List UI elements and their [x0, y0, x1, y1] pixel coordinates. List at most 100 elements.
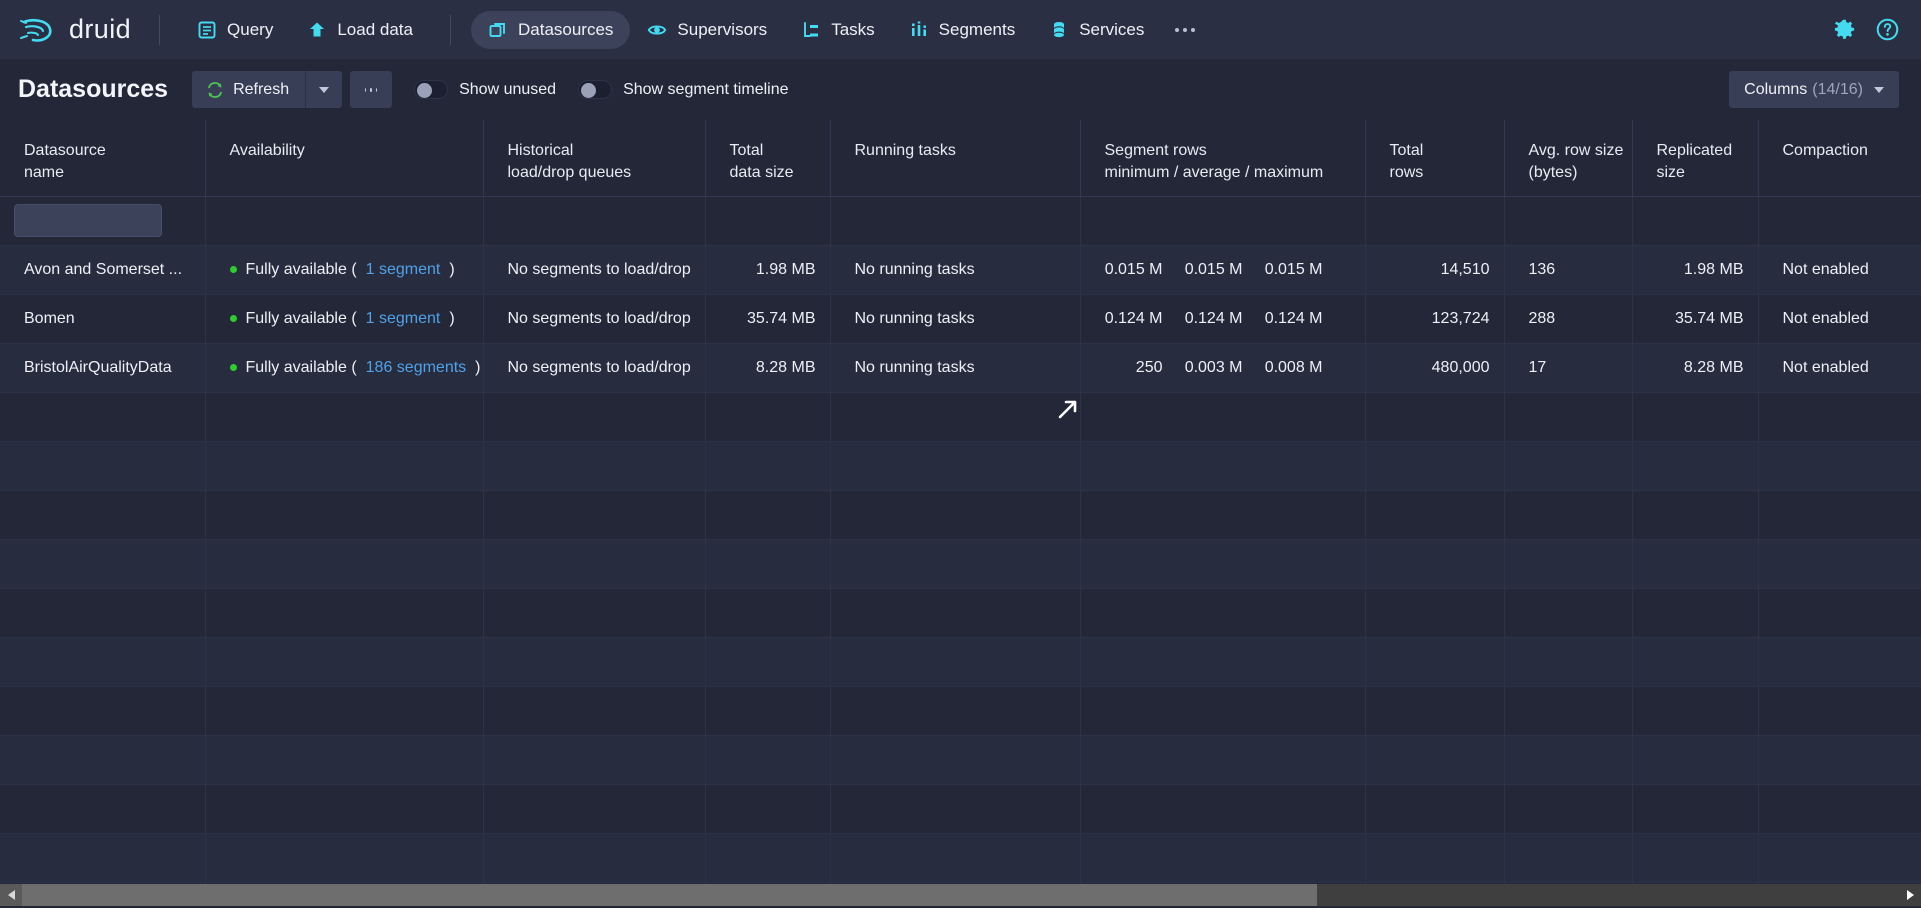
- header-subtitle: minimum / average / maximum: [1104, 164, 1324, 181]
- nav-label-services: Services: [1079, 19, 1145, 39]
- status-dot-icon: [229, 315, 237, 322]
- nav-item-tasks[interactable]: Tasks: [784, 11, 891, 49]
- header-title: Compaction: [1782, 142, 1868, 159]
- cell-datasource-name[interactable]: BristolAirQualityData: [0, 343, 206, 393]
- nav-overflow-menu-button[interactable]: [1161, 14, 1209, 46]
- help-icon[interactable]: [1876, 18, 1899, 41]
- segments-link[interactable]: 1 segment: [366, 310, 441, 328]
- table-filter-section: [0, 196, 1921, 246]
- table-row[interactable]: BristolAirQualityData Fully available (18…: [0, 343, 1921, 393]
- table-header: Datasource name Availability Historical …: [0, 120, 1921, 197]
- nav-item-segments[interactable]: Segments: [892, 11, 1033, 49]
- column-header-replicated-size[interactable]: Replicated size: [1632, 120, 1759, 197]
- header-subtitle: name: [24, 164, 65, 181]
- nav-label-query: Query: [227, 19, 274, 39]
- cell-empty: [830, 735, 1081, 785]
- cell-availability[interactable]: Fully available (1 segment): [205, 245, 484, 295]
- cell-empty: [1504, 441, 1633, 491]
- segments-link[interactable]: 1 segment: [366, 261, 441, 279]
- cell-empty: [830, 588, 1081, 638]
- table-row-empty: [0, 637, 1921, 687]
- dot-3: [1191, 27, 1196, 32]
- table-row[interactable]: Avon and Somerset ... Fully available (1 …: [0, 245, 1921, 295]
- column-header-datasource-name[interactable]: Datasource name: [0, 120, 206, 197]
- scroll-right-button[interactable]: [1899, 884, 1921, 906]
- query-icon: [198, 21, 216, 38]
- cell-avg-row-size: 17: [1504, 343, 1633, 393]
- cell-empty: [1365, 833, 1505, 883]
- column-header-total-rows[interactable]: Total rows: [1365, 120, 1505, 197]
- brand-wordmark: druid: [69, 14, 132, 44]
- cell-datasource-name[interactable]: Avon and Somerset ...: [0, 245, 206, 295]
- cell-empty: [1365, 686, 1505, 736]
- cell-empty: [1758, 686, 1921, 736]
- column-header-avg-row-size[interactable]: Avg. row size (bytes): [1504, 120, 1633, 197]
- cell-compaction: Not enabled: [1758, 245, 1921, 295]
- nav-label-tasks: Tasks: [831, 19, 875, 39]
- column-header-total-data-size[interactable]: Total data size: [705, 120, 831, 197]
- header-subtitle: (bytes): [1528, 164, 1578, 181]
- nav-divider-1: [159, 14, 161, 45]
- cell-empty: [0, 735, 206, 785]
- availability-paren-close: ): [449, 309, 455, 327]
- cell-empty: [830, 490, 1081, 540]
- segment-rows-avg: 0.124 M: [1184, 309, 1243, 327]
- refresh-dropdown-button[interactable]: [305, 71, 343, 108]
- availability-content: Fully available (1 segment): [229, 309, 469, 328]
- column-header-running-tasks[interactable]: Running tasks: [830, 120, 1081, 197]
- header-title: Total: [1389, 142, 1424, 159]
- datasources-icon: [489, 22, 505, 37]
- show-unused-toggle[interactable]: Show unused: [414, 80, 556, 99]
- cell-total-rows: 480,000: [1365, 343, 1505, 393]
- header-title: Avg. row size: [1528, 142, 1624, 159]
- refresh-button-group: Refresh: [192, 71, 343, 108]
- table-row[interactable]: Bomen Fully available (1 segment) No segme…: [0, 294, 1921, 344]
- cell-compaction: Not enabled: [1758, 343, 1921, 393]
- show-segment-timeline-switch[interactable]: [578, 80, 613, 99]
- header-subtitle: data size: [729, 164, 794, 181]
- cell-empty: [1365, 637, 1505, 687]
- nav-item-supervisors[interactable]: Supervisors: [630, 11, 784, 49]
- nav-item-services[interactable]: Services: [1032, 11, 1161, 49]
- more-actions-button[interactable]: [350, 71, 393, 108]
- show-segment-timeline-toggle[interactable]: Show segment timeline: [578, 80, 789, 99]
- gear-icon[interactable]: [1833, 18, 1856, 41]
- scroll-left-button[interactable]: [0, 884, 22, 906]
- dot-1: [1175, 27, 1180, 32]
- cell-empty: [830, 833, 1081, 883]
- horizontal-scrollbar[interactable]: [0, 884, 1921, 906]
- nav-item-load-data[interactable]: Load data: [290, 11, 430, 49]
- table-row-empty: [0, 735, 1921, 785]
- cell-empty: [1080, 833, 1366, 883]
- datasource-name-filter-input[interactable]: [14, 204, 162, 237]
- segments-link[interactable]: 186 segments: [366, 359, 467, 377]
- status-dot-icon: [229, 266, 237, 273]
- table-row-empty: [0, 490, 1921, 540]
- table-row-empty: [0, 833, 1921, 883]
- cell-empty: [0, 833, 206, 883]
- column-header-compaction[interactable]: Compaction: [1758, 120, 1921, 197]
- refresh-button[interactable]: Refresh: [192, 71, 306, 108]
- column-header-historical-load-drop-queues[interactable]: Historical load/drop queues: [483, 120, 706, 197]
- cell-datasource-name[interactable]: Bomen: [0, 294, 206, 344]
- cell-empty: [1504, 735, 1633, 785]
- cell-availability[interactable]: Fully available (1 segment): [205, 294, 484, 344]
- column-header-availability[interactable]: Availability: [205, 120, 484, 197]
- cell-empty: [1758, 490, 1921, 540]
- header-title: Historical: [507, 142, 574, 159]
- nav-item-datasources[interactable]: Datasources: [470, 10, 631, 49]
- cell-empty: [205, 686, 484, 736]
- show-unused-switch[interactable]: [414, 80, 449, 99]
- column-header-segment-rows[interactable]: Segment rows minimum / average / maximum: [1080, 120, 1366, 197]
- top-navigation-bar: druid Query Load data Datasources Superv…: [0, 0, 1921, 59]
- columns-dropdown-button[interactable]: Columns (14/16): [1729, 71, 1899, 108]
- cell-empty: [705, 686, 831, 736]
- filter-cell-replicated-size: [1632, 196, 1759, 246]
- switch-knob: [581, 83, 597, 98]
- cell-empty: [205, 441, 484, 491]
- header-title: Running tasks: [854, 142, 956, 159]
- scrollbar-thumb[interactable]: [22, 884, 1317, 906]
- druid-logo[interactable]: druid: [18, 14, 131, 45]
- cell-availability[interactable]: Fully available (186 segments): [205, 343, 484, 393]
- nav-item-query[interactable]: Query: [180, 11, 290, 49]
